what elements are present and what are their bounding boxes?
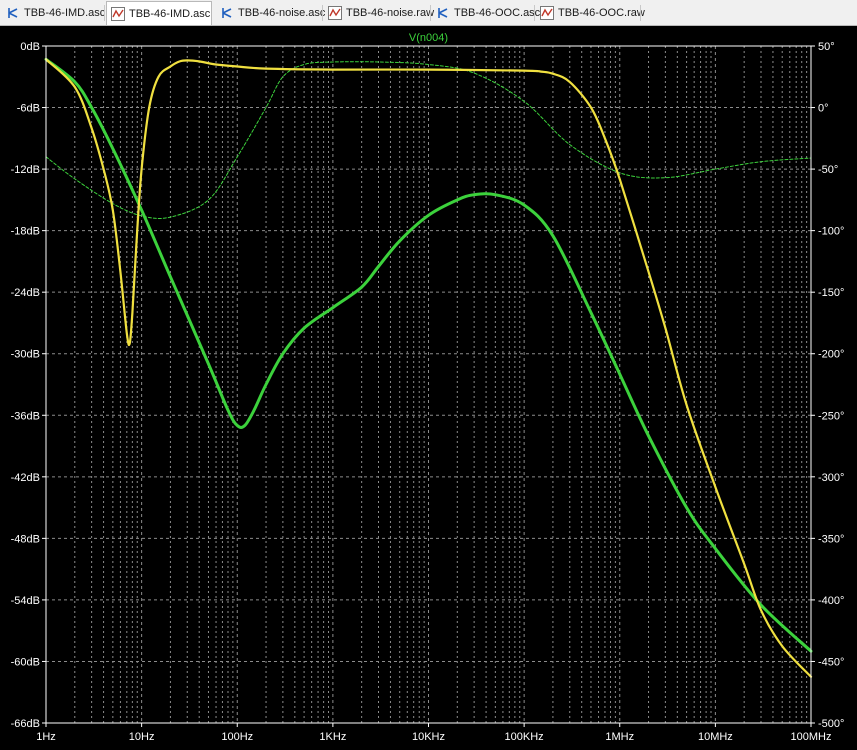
x-tick-label: 1MHz	[605, 731, 634, 743]
y-tick-label: -66dB	[11, 718, 40, 730]
tab-label: TBB-46-noise.raw	[346, 7, 435, 19]
y-right-tick-label: -400°	[818, 595, 844, 607]
y-right-tick-label: 50°	[818, 41, 835, 53]
y-tick-label: -6dB	[17, 103, 40, 115]
y-right-tick-label: -350°	[818, 533, 844, 545]
schematic-icon	[436, 6, 450, 20]
tab-label: TBB-46-OOC.asc	[454, 7, 541, 19]
plot-grid	[46, 46, 811, 723]
y-tick-label: -30dB	[11, 349, 40, 361]
waveform-icon	[328, 6, 342, 20]
schematic-icon	[6, 6, 20, 20]
y-right-tick-label: 0°	[818, 103, 829, 115]
document-tab-bar: TBB-46-IMD.asc TBB-46-IMD.asc TBB-46-noi…	[0, 0, 857, 26]
y-right-tick-label: -100°	[818, 226, 844, 238]
x-tick-label: 1KHz	[319, 731, 346, 743]
y-right-tick-label: -500°	[818, 718, 844, 730]
tab-tbb-46-ooc-raw[interactable]: TBB-46-OOC.raw	[536, 2, 645, 24]
y-tick-label: -42dB	[11, 472, 40, 484]
y-tick-label: -36dB	[11, 410, 40, 422]
y-tick-label: -24dB	[11, 287, 40, 299]
y-tick-label: 0dB	[20, 41, 40, 53]
x-tick-label: 100KHz	[505, 731, 544, 743]
x-tick-label: 100MHz	[791, 731, 832, 743]
x-tick-label: 10MHz	[698, 731, 733, 743]
tab-tbb-46-imd-asc-waveform[interactable]: TBB-46-IMD.asc	[106, 1, 212, 25]
waveform-icon	[111, 6, 125, 21]
x-tick-label: 100Hz	[221, 731, 253, 743]
yellow-trace[interactable]	[44, 58, 813, 678]
plot-traces[interactable]	[44, 57, 813, 678]
tab-tbb-46-ooc-asc[interactable]: TBB-46-OOC.asc	[432, 2, 540, 24]
x-tick-label: 1Hz	[36, 731, 56, 743]
tab-label: TBB-46-OOC.raw	[558, 7, 645, 19]
trace-label[interactable]: V(n004)	[409, 32, 448, 44]
y-tick-label: -12dB	[11, 164, 40, 176]
tab-label: TBB-46-noise.asc	[238, 7, 326, 19]
y-right-tick-label: -50°	[818, 164, 838, 176]
tab-tbb-46-noise-raw[interactable]: TBB-46-noise.raw	[324, 2, 434, 24]
y-tick-label: -48dB	[11, 533, 40, 545]
y-axis-left-ticks: 0dB -6dB -12dB -18dB -24dB -30dB -36dB -42dB -48…	[11, 41, 46, 730]
waveform-plot[interactable]: V(n004) 1Hz 10Hz 100Hz 1KHz 10KHz 100KHz 1MHz 1…	[0, 26, 857, 750]
y-tick-label: -54dB	[11, 595, 40, 607]
y-right-tick-label: -200°	[818, 349, 844, 361]
x-tick-label: 10Hz	[129, 731, 155, 743]
x-axis-ticks: 1Hz 10Hz 100Hz 1KHz 10KHz 100KHz 1MHz 10MHz 100M…	[36, 723, 831, 743]
tab-tbb-46-imd-asc[interactable]: TBB-46-IMD.asc	[2, 2, 106, 24]
phase-trace[interactable]	[45, 61, 812, 219]
tab-label: TBB-46-IMD.asc	[24, 7, 106, 19]
y-right-tick-label: -300°	[818, 472, 844, 484]
y-tick-label: -60dB	[11, 656, 40, 668]
x-tick-label: 10KHz	[412, 731, 445, 743]
tab-tbb-46-noise-asc[interactable]: TBB-46-noise.asc	[216, 2, 326, 24]
y-right-tick-label: -450°	[818, 656, 844, 668]
y-right-tick-label: -150°	[818, 287, 844, 299]
tab-label: TBB-46-IMD.asc	[129, 7, 211, 20]
y-right-tick-label: -250°	[818, 410, 844, 422]
y-tick-label: -18dB	[11, 226, 40, 238]
y-axis-right-ticks: 50° 0° -50° -100° -150° -200° -250° -300° -350° -…	[811, 41, 844, 730]
schematic-icon	[220, 6, 234, 20]
waveform-icon	[540, 6, 554, 20]
